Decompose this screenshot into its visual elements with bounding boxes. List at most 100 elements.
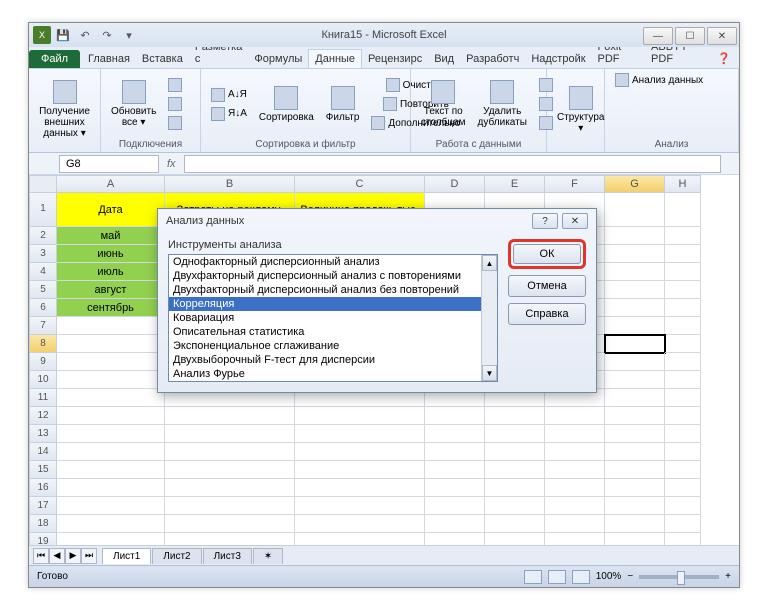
cell[interactable] [57, 425, 165, 443]
row-header[interactable]: 8 [29, 335, 57, 353]
redo-button[interactable]: ↷ [97, 26, 117, 44]
sheet-tab[interactable]: Лист1 [102, 548, 151, 564]
column-header[interactable]: G [605, 175, 665, 193]
minimize-button[interactable]: — [643, 27, 673, 45]
cell[interactable] [665, 299, 701, 317]
cell[interactable] [295, 443, 425, 461]
cell[interactable] [295, 515, 425, 533]
analysis-tool-item[interactable]: Двухфакторный дисперсионный анализ без п… [169, 283, 497, 297]
save-button[interactable]: 💾 [53, 26, 73, 44]
cell[interactable] [605, 263, 665, 281]
cell[interactable] [295, 479, 425, 497]
cell[interactable] [605, 533, 665, 545]
cell[interactable] [605, 317, 665, 335]
cell[interactable] [665, 389, 701, 407]
row-header[interactable]: 3 [29, 245, 57, 263]
refresh-all-button[interactable]: Обновить все ▾ [107, 78, 160, 130]
cell[interactable] [57, 515, 165, 533]
cell[interactable] [605, 407, 665, 425]
cell[interactable] [665, 193, 701, 227]
page-layout-view-button[interactable] [548, 570, 566, 584]
row-header[interactable]: 2 [29, 227, 57, 245]
cell[interactable] [485, 461, 545, 479]
cell[interactable] [57, 461, 165, 479]
cell[interactable] [165, 479, 295, 497]
normal-view-button[interactable] [524, 570, 542, 584]
cell[interactable]: Дата [57, 193, 165, 227]
select-all-corner[interactable] [29, 175, 57, 193]
sort-za-button[interactable]: Я↓А [207, 105, 251, 123]
cell[interactable] [295, 461, 425, 479]
column-header[interactable]: B [165, 175, 295, 193]
cell[interactable] [165, 497, 295, 515]
maximize-button[interactable]: ☐ [675, 27, 705, 45]
cell[interactable] [665, 335, 701, 353]
external-data-button[interactable]: Получение внешних данных ▾ [35, 78, 94, 141]
data-analysis-button[interactable]: Анализ данных [611, 71, 707, 89]
row-header[interactable]: 15 [29, 461, 57, 479]
undo-button[interactable]: ↶ [75, 26, 95, 44]
cell[interactable] [57, 353, 165, 371]
row-header[interactable]: 7 [29, 317, 57, 335]
cell[interactable] [425, 407, 485, 425]
analysis-tool-item[interactable]: Экспоненциальное сглаживание [169, 339, 497, 353]
row-header[interactable]: 14 [29, 443, 57, 461]
cell[interactable] [665, 317, 701, 335]
ribbon-tab[interactable]: Формулы [248, 50, 308, 68]
cell[interactable] [665, 353, 701, 371]
dialog-help-button[interactable]: ? [532, 213, 558, 229]
analysis-tool-item[interactable]: Двухфакторный дисперсионный анализ с пов… [169, 269, 497, 283]
cell[interactable] [485, 515, 545, 533]
column-header[interactable]: E [485, 175, 545, 193]
sheet-nav-button[interactable]: ⏮ [33, 548, 49, 564]
row-header[interactable]: 6 [29, 299, 57, 317]
cell[interactable] [605, 245, 665, 263]
row-header[interactable]: 18 [29, 515, 57, 533]
text-to-columns-button[interactable]: Текст по столбцам [417, 78, 470, 130]
row-header[interactable]: 12 [29, 407, 57, 425]
cell[interactable] [425, 479, 485, 497]
cell[interactable] [545, 497, 605, 515]
column-header[interactable]: A [57, 175, 165, 193]
ribbon-tab[interactable]: Вид [428, 50, 460, 68]
cell[interactable] [165, 425, 295, 443]
cell[interactable] [605, 443, 665, 461]
cell[interactable] [485, 407, 545, 425]
connections-button[interactable] [164, 76, 186, 94]
zoom-slider[interactable] [639, 575, 719, 579]
cell[interactable] [295, 533, 425, 545]
cell[interactable]: июль [57, 263, 165, 281]
analysis-tool-item[interactable]: Однофакторный дисперсионный анализ [169, 255, 497, 269]
cell[interactable] [425, 443, 485, 461]
cell[interactable] [57, 443, 165, 461]
cancel-button[interactable]: Отмена [508, 275, 586, 297]
cell[interactable] [665, 227, 701, 245]
cell[interactable] [665, 443, 701, 461]
cell[interactable] [425, 515, 485, 533]
qat-more-button[interactable]: ▾ [119, 26, 139, 44]
edit-links-button[interactable] [164, 114, 186, 132]
cell[interactable] [665, 425, 701, 443]
cell[interactable] [485, 479, 545, 497]
column-header[interactable]: D [425, 175, 485, 193]
row-header[interactable]: 19 [29, 533, 57, 545]
cell[interactable] [545, 461, 605, 479]
name-box[interactable]: G8 [59, 155, 159, 173]
cell[interactable] [665, 371, 701, 389]
cell[interactable] [485, 443, 545, 461]
scroll-down-button[interactable]: ▼ [482, 365, 497, 381]
cell[interactable] [605, 479, 665, 497]
sheet-nav-button[interactable]: ◀ [49, 548, 65, 564]
file-tab[interactable]: Файл [29, 50, 80, 68]
cell[interactable] [57, 407, 165, 425]
row-header[interactable]: 9 [29, 353, 57, 371]
analysis-tool-item[interactable]: Анализ Фурье [169, 367, 497, 381]
ok-button[interactable]: ОК [513, 244, 581, 264]
cell[interactable] [605, 425, 665, 443]
scroll-up-button[interactable]: ▲ [482, 255, 497, 271]
sheet-nav-button[interactable]: ▶ [65, 548, 81, 564]
cell[interactable] [425, 497, 485, 515]
cell[interactable] [57, 533, 165, 545]
cell[interactable] [605, 497, 665, 515]
cell[interactable] [605, 227, 665, 245]
